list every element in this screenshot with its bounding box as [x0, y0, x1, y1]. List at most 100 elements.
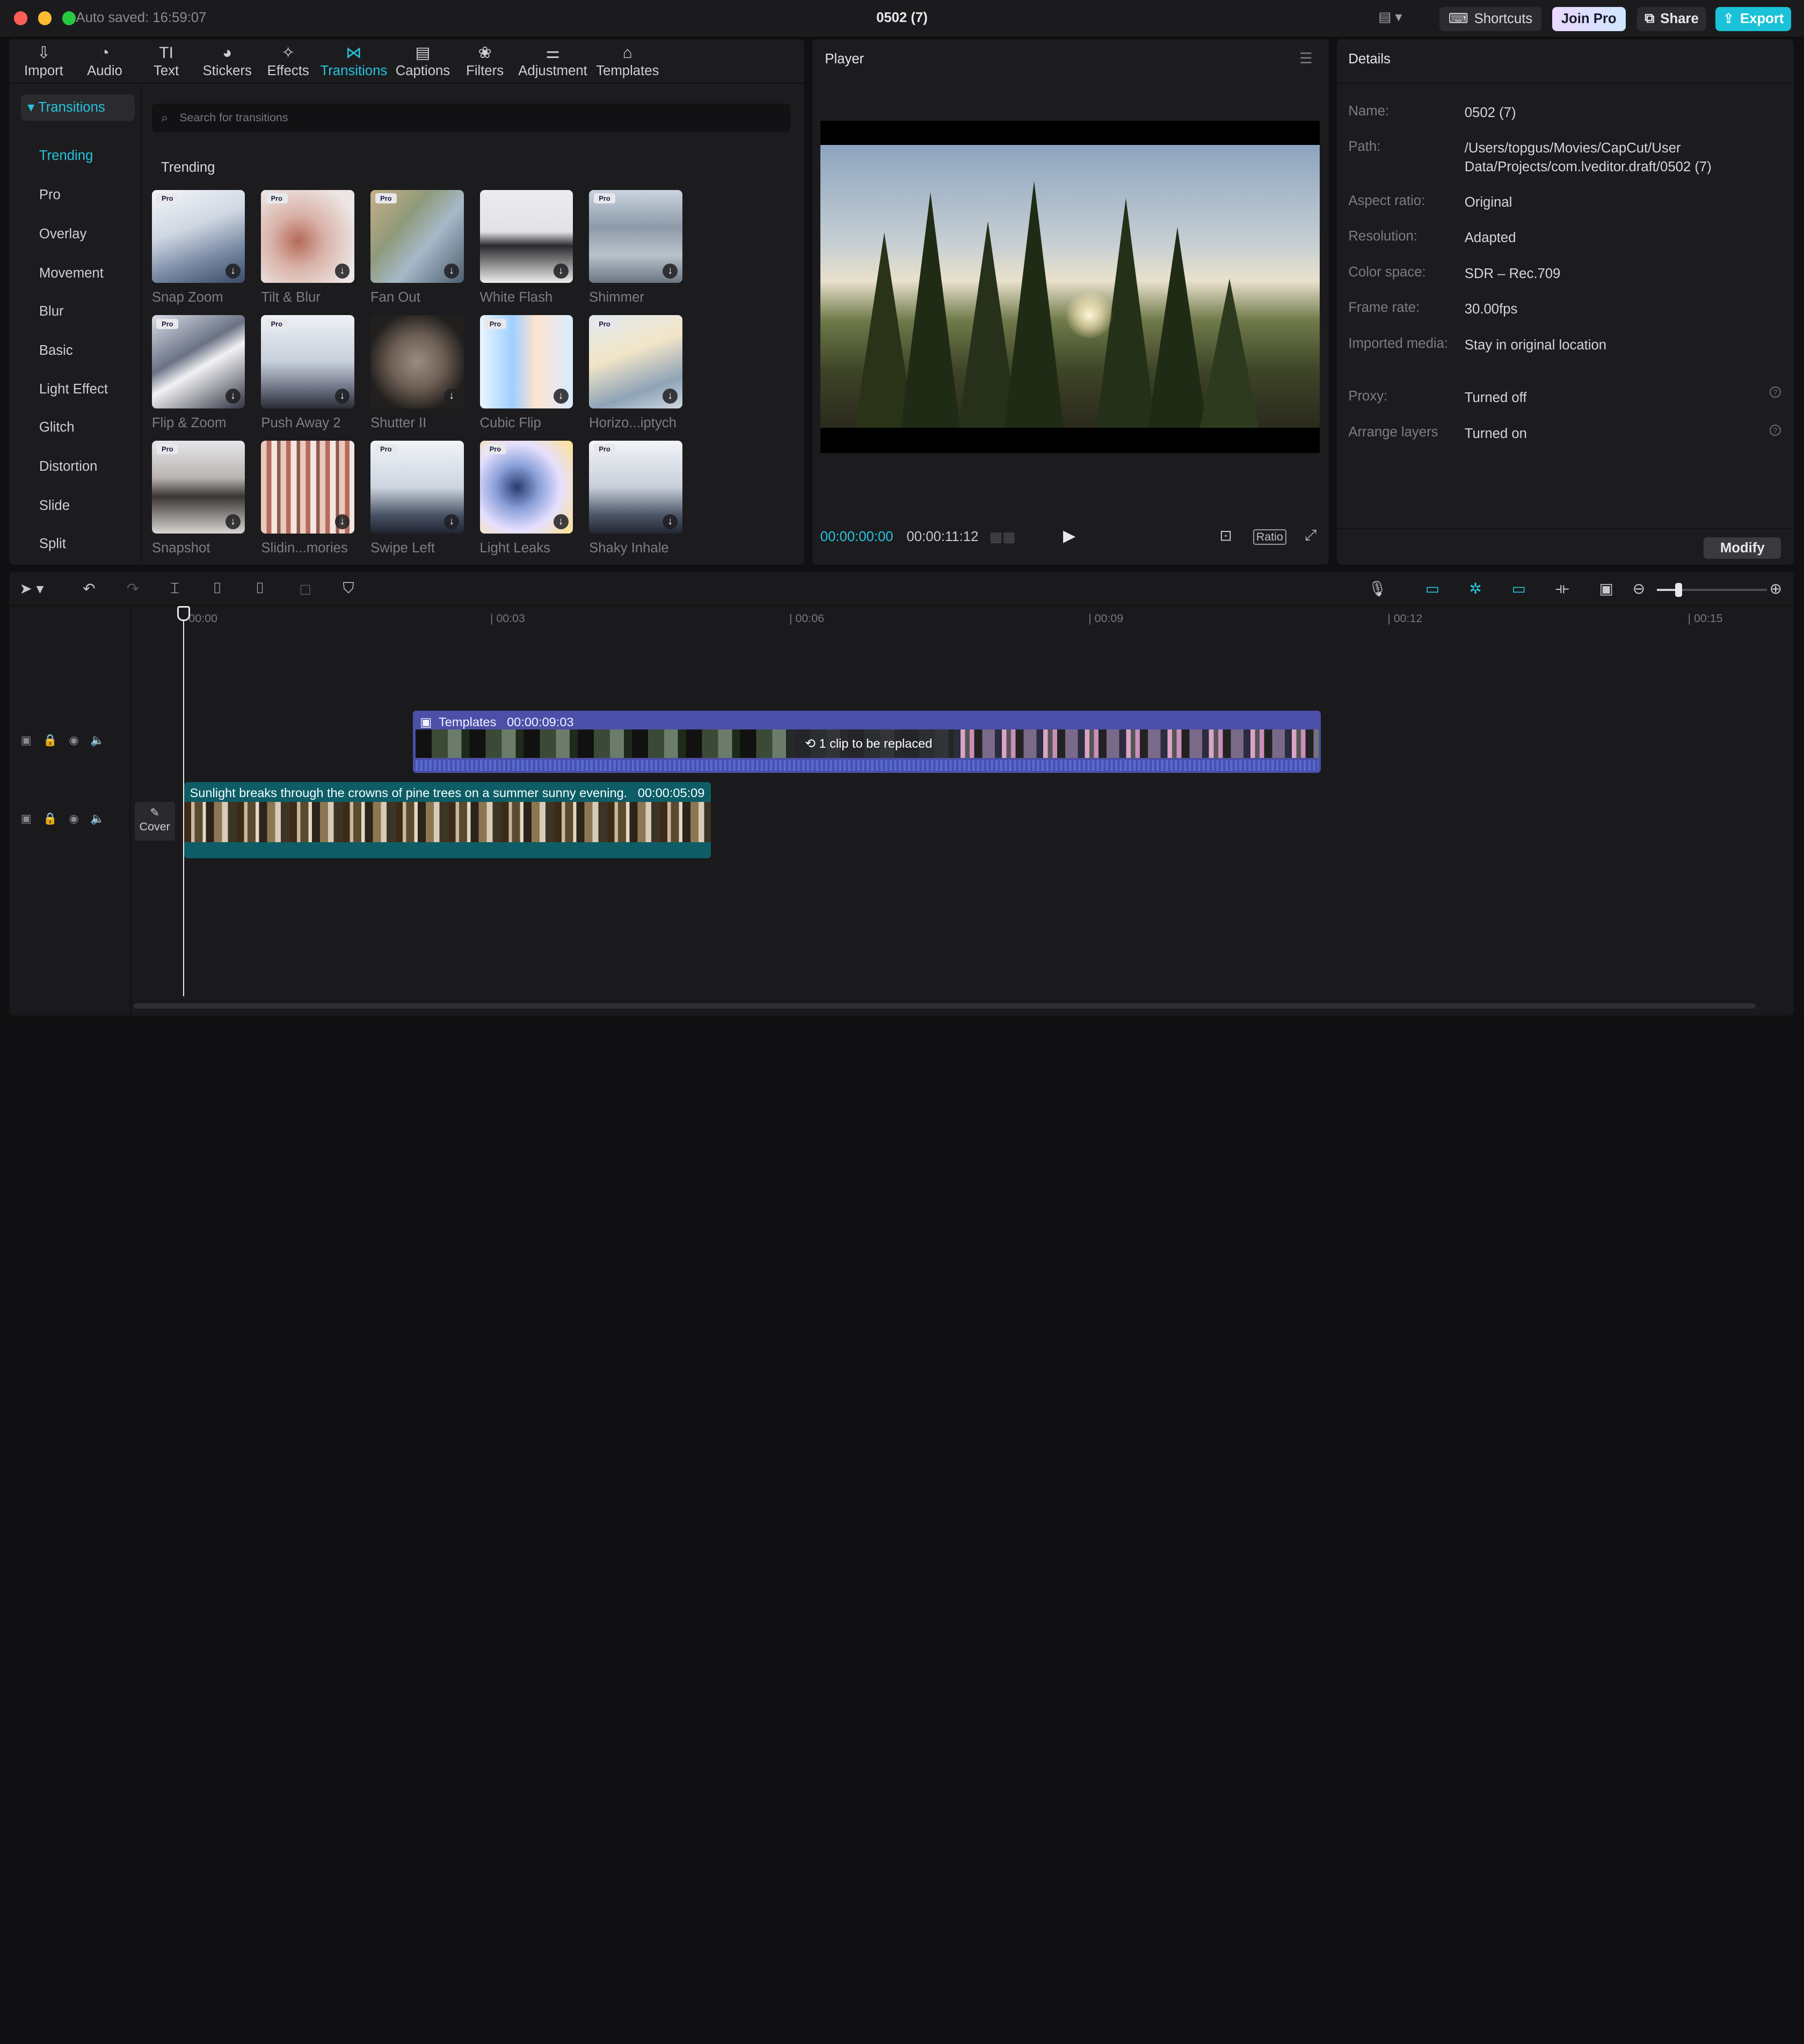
transition-thumbnail[interactable]: Pro ↓	[589, 440, 682, 534]
search-input[interactable]: ⌕ Search for transitions	[151, 103, 791, 133]
zoom-in-icon[interactable]: ⊕	[1770, 580, 1782, 597]
tab-templates[interactable]: ⌂ Templates	[592, 39, 663, 83]
transition-tile[interactable]: Pro ↓ Shimmer	[589, 189, 682, 305]
shortcuts-button[interactable]: ⌨ Shortcuts	[1439, 6, 1542, 31]
download-icon[interactable]: ↓	[334, 263, 350, 279]
category-basic[interactable]: Basic	[39, 343, 73, 359]
split-left-icon[interactable]: ⌷	[213, 580, 222, 597]
transition-thumbnail[interactable]: ↓	[479, 189, 573, 283]
transition-thumbnail[interactable]: Pro ↓	[589, 315, 682, 408]
transition-tile[interactable]: Pro ↓ Snapshot	[151, 440, 245, 556]
playhead[interactable]	[183, 609, 184, 996]
tab-captions[interactable]: ▤ Captions	[389, 39, 456, 83]
play-icon[interactable]: ▶	[1063, 527, 1075, 545]
transition-thumbnail[interactable]: Pro ↓	[479, 440, 573, 534]
category-glitch[interactable]: Glitch	[39, 420, 75, 435]
download-icon[interactable]: ↓	[663, 263, 678, 279]
marker-icon[interactable]: ⛉	[343, 580, 354, 597]
category-movement[interactable]: Movement	[39, 266, 104, 281]
category-trending[interactable]: Trending	[39, 148, 93, 164]
video-preview[interactable]	[820, 120, 1320, 454]
category-header[interactable]: ▾ Transitions	[20, 94, 135, 121]
transition-thumbnail[interactable]: Pro ↓	[151, 315, 245, 408]
grid-icon[interactable]: ▦▦	[990, 529, 1016, 545]
zoom-out-icon[interactable]: ⊖	[1633, 580, 1645, 597]
tab-transitions[interactable]: ⋈ Transitions	[319, 39, 389, 83]
main-video-clip[interactable]: Sunlight breaks through the crowns of pi…	[184, 782, 711, 858]
transition-thumbnail[interactable]: Pro ↓	[261, 315, 354, 408]
transition-tile[interactable]: ↓ White Flash	[479, 189, 573, 305]
transition-tile[interactable]: Pro ↓ Tilt & Blur	[261, 189, 354, 305]
zoom-slider-handle[interactable]	[1675, 583, 1683, 597]
cover-button[interactable]: ✎ Cover	[134, 801, 175, 841]
download-icon[interactable]: ↓	[444, 389, 459, 404]
transition-tile[interactable]: Pro ↓ Swipe Left	[370, 440, 464, 556]
transition-thumbnail[interactable]: Pro ↓	[261, 189, 354, 283]
volume-icon[interactable]: 🔈	[90, 812, 105, 826]
transition-thumbnail[interactable]: Pro ↓	[151, 440, 245, 534]
transition-thumbnail[interactable]: Pro ↓	[370, 189, 464, 283]
category-split[interactable]: Split	[39, 536, 66, 552]
transition-tile[interactable]: ↓ Shutter II	[370, 315, 464, 430]
ratio-button[interactable]: Ratio	[1253, 529, 1287, 545]
download-icon[interactable]: ↓	[553, 263, 569, 279]
modify-button[interactable]: Modify	[1704, 537, 1781, 559]
redo-icon[interactable]: ↷	[127, 580, 139, 597]
tab-filters[interactable]: ❀ Filters	[457, 39, 513, 83]
download-icon[interactable]: ↓	[663, 389, 678, 404]
tab-adjustment[interactable]: ⚌ Adjustment	[513, 39, 593, 83]
zoom-slider[interactable]	[1656, 583, 1767, 597]
transition-tile[interactable]: Pro ↓ Horizo...iptych	[589, 315, 682, 430]
transition-tile[interactable]: Pro ↓ Cubic Flip	[479, 315, 573, 430]
arrange-layers-help-icon[interactable]: ?	[1769, 424, 1781, 436]
tab-text[interactable]: TI Text	[136, 39, 197, 83]
undo-icon[interactable]: ↶	[83, 580, 95, 597]
preview-axis-icon[interactable]: ⟛	[1555, 580, 1569, 597]
tab-import[interactable]: ⇩ Import	[14, 39, 74, 83]
share-button[interactable]: ⧉ Share	[1637, 6, 1706, 31]
download-icon[interactable]: ↓	[444, 263, 459, 279]
transition-tile[interactable]: ↓ Slidin...mories	[261, 440, 354, 556]
main-track-magnet-icon[interactable]: ▭	[1425, 580, 1439, 597]
transition-tile[interactable]: Pro ↓ Shaky Inhale	[589, 440, 682, 556]
eye-icon[interactable]: ◉	[69, 734, 79, 747]
split-right-icon[interactable]: ⌷	[256, 580, 265, 597]
template-clip[interactable]: ▣ Templates 00:00:09:03 ⟲ 1 clip to be r…	[413, 711, 1321, 773]
download-icon[interactable]: ↓	[334, 389, 350, 404]
thumbnail-icon[interactable]: ▣	[1599, 580, 1613, 597]
transition-tile[interactable]: Pro ↓ Light Leaks	[479, 440, 573, 556]
lock-icon[interactable]: 🔒	[43, 734, 57, 747]
transition-thumbnail[interactable]: ↓	[261, 440, 354, 534]
fit-view-icon[interactable]: ⊡	[1219, 527, 1232, 544]
category-distortion[interactable]: Distortion	[39, 459, 98, 474]
export-button[interactable]: ⇪ Export	[1715, 6, 1792, 31]
download-icon[interactable]: ↓	[226, 389, 241, 404]
tab-audio[interactable]: ◔ Audio	[74, 39, 136, 83]
download-icon[interactable]: ↓	[226, 263, 241, 279]
category-light-effect[interactable]: Light Effect	[39, 382, 108, 397]
transition-thumbnail[interactable]: Pro ↓	[589, 189, 682, 283]
tab-effects[interactable]: ✧ Effects	[258, 39, 319, 83]
split-icon[interactable]: ⌶	[170, 580, 179, 597]
category-pro[interactable]: Pro	[39, 187, 61, 203]
lock-icon[interactable]: 🔒	[43, 812, 57, 826]
download-icon[interactable]: ↓	[553, 389, 569, 404]
transition-tile[interactable]: Pro ↓ Fan Out	[370, 189, 464, 305]
menu-icon[interactable]: ☰	[1299, 49, 1313, 67]
volume-icon[interactable]: 🔈	[90, 734, 105, 747]
category-overlay[interactable]: Overlay	[39, 227, 87, 242]
eye-icon[interactable]: ◉	[69, 812, 79, 826]
download-icon[interactable]: ↓	[553, 514, 569, 529]
download-icon[interactable]: ↓	[334, 514, 350, 529]
transition-tile[interactable]: Pro ↓ Snap Zoom	[151, 189, 245, 305]
delete-icon[interactable]: ◻	[299, 580, 311, 597]
download-icon[interactable]: ↓	[663, 514, 678, 529]
transition-thumbnail[interactable]: Pro ↓	[151, 189, 245, 283]
category-blur[interactable]: Blur	[39, 304, 64, 319]
layout-icon[interactable]: ▤ ▾	[1378, 9, 1413, 28]
download-icon[interactable]: ↓	[226, 514, 241, 529]
microphone-icon[interactable]: 🎙	[1368, 580, 1387, 597]
transition-thumbnail[interactable]: Pro ↓	[370, 440, 464, 534]
time-ruler[interactable]: 00:00 | 00:03 | 00:06 | 00:09 | 00:12 | …	[131, 607, 1793, 628]
horizontal-scrollbar[interactable]	[133, 1003, 1756, 1009]
